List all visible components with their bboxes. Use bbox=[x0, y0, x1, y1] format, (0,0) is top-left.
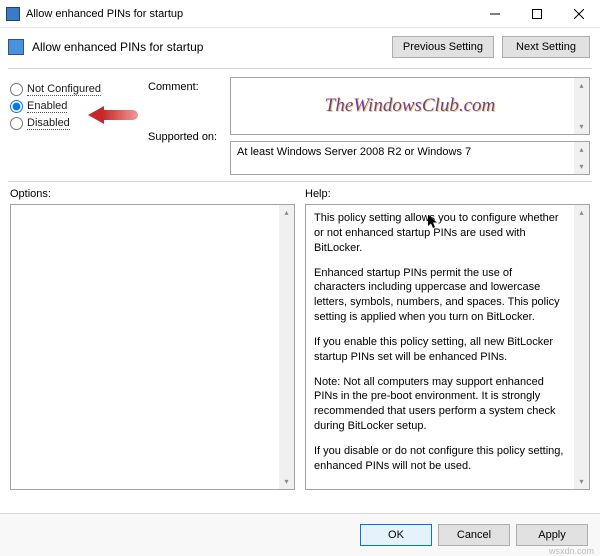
radio-not-configured-input[interactable] bbox=[10, 83, 23, 96]
options-column: Options: ▴▾ bbox=[10, 188, 295, 490]
options-label: Options: bbox=[10, 188, 295, 200]
help-content: This policy setting allows you to config… bbox=[306, 205, 574, 489]
scroll-down-icon[interactable]: ▾ bbox=[279, 474, 294, 489]
radio-not-configured-label: Not Configured bbox=[27, 83, 101, 96]
window-title: Allow enhanced PINs for startup bbox=[26, 8, 474, 20]
previous-setting-button[interactable]: Previous Setting bbox=[392, 36, 494, 58]
window-controls bbox=[474, 0, 600, 28]
radio-disabled-input[interactable] bbox=[10, 117, 23, 130]
comment-field[interactable]: TheWindowsClub.com ▴▾ bbox=[230, 77, 590, 135]
radio-enabled-label: Enabled bbox=[27, 100, 67, 113]
help-paragraph: Enhanced startup PINs permit the use of … bbox=[314, 266, 566, 325]
ok-button[interactable]: OK bbox=[360, 524, 432, 546]
minimize-button[interactable] bbox=[474, 0, 516, 28]
field-labels: Comment: Supported on: bbox=[148, 77, 220, 175]
options-pane[interactable]: ▴▾ bbox=[10, 204, 295, 490]
close-button[interactable] bbox=[558, 0, 600, 28]
help-pane[interactable]: This policy setting allows you to config… bbox=[305, 204, 590, 490]
config-area: Not Configured Enabled Disabled Comment:… bbox=[0, 69, 600, 181]
next-setting-button[interactable]: Next Setting bbox=[502, 36, 590, 58]
title-bar: Allow enhanced PINs for startup bbox=[0, 0, 600, 28]
scroll-up-icon[interactable]: ▴ bbox=[574, 142, 589, 157]
radio-enabled-input[interactable] bbox=[10, 100, 23, 113]
radio-disabled-label: Disabled bbox=[27, 117, 70, 130]
supported-on-field: At least Windows Server 2008 R2 or Windo… bbox=[230, 141, 590, 175]
help-column: Help: This policy setting allows you to … bbox=[305, 188, 590, 490]
scroll-down-icon[interactable]: ▾ bbox=[574, 474, 589, 489]
field-values: TheWindowsClub.com ▴▾ At least Windows S… bbox=[230, 77, 590, 175]
scroll-down-icon[interactable]: ▾ bbox=[574, 159, 589, 174]
comment-label: Comment: bbox=[148, 81, 220, 93]
comment-scrollbar[interactable]: ▴▾ bbox=[574, 78, 589, 134]
scroll-up-icon[interactable]: ▴ bbox=[574, 78, 589, 93]
policy-icon bbox=[8, 39, 24, 55]
options-content bbox=[11, 205, 279, 489]
maximize-button[interactable] bbox=[516, 0, 558, 28]
scroll-up-icon[interactable]: ▴ bbox=[279, 205, 294, 220]
help-paragraph: If you disable or do not configure this … bbox=[314, 444, 566, 474]
help-scrollbar[interactable]: ▴▾ bbox=[574, 205, 589, 489]
apply-button[interactable]: Apply bbox=[516, 524, 588, 546]
supported-label: Supported on: bbox=[148, 131, 220, 143]
scroll-down-icon[interactable]: ▾ bbox=[574, 119, 589, 134]
supported-scrollbar[interactable]: ▴▾ bbox=[574, 142, 589, 174]
lower-panes: Options: ▴▾ Help: This policy setting al… bbox=[0, 182, 600, 492]
help-paragraph: This policy setting allows you to config… bbox=[314, 211, 566, 256]
options-scrollbar[interactable]: ▴▾ bbox=[279, 205, 294, 489]
help-label: Help: bbox=[305, 188, 590, 200]
scroll-up-icon[interactable]: ▴ bbox=[574, 205, 589, 220]
radio-not-configured[interactable]: Not Configured bbox=[10, 83, 138, 96]
radio-enabled[interactable]: Enabled bbox=[10, 100, 138, 113]
header-row: Allow enhanced PINs for startup Previous… bbox=[0, 28, 600, 68]
help-paragraph: If you enable this policy setting, all n… bbox=[314, 335, 566, 365]
footer-buttons: OK Cancel Apply bbox=[0, 513, 600, 556]
page-title: Allow enhanced PINs for startup bbox=[32, 40, 384, 54]
state-radio-group: Not Configured Enabled Disabled bbox=[10, 77, 138, 175]
window-icon bbox=[6, 7, 20, 21]
supported-on-value: At least Windows Server 2008 R2 or Windo… bbox=[237, 146, 471, 158]
help-paragraph: Note: Not all computers may support enha… bbox=[314, 375, 566, 434]
comment-value bbox=[231, 78, 589, 134]
cancel-button[interactable]: Cancel bbox=[438, 524, 510, 546]
radio-disabled[interactable]: Disabled bbox=[10, 117, 138, 130]
source-stamp: wsxdn.com bbox=[549, 546, 594, 556]
